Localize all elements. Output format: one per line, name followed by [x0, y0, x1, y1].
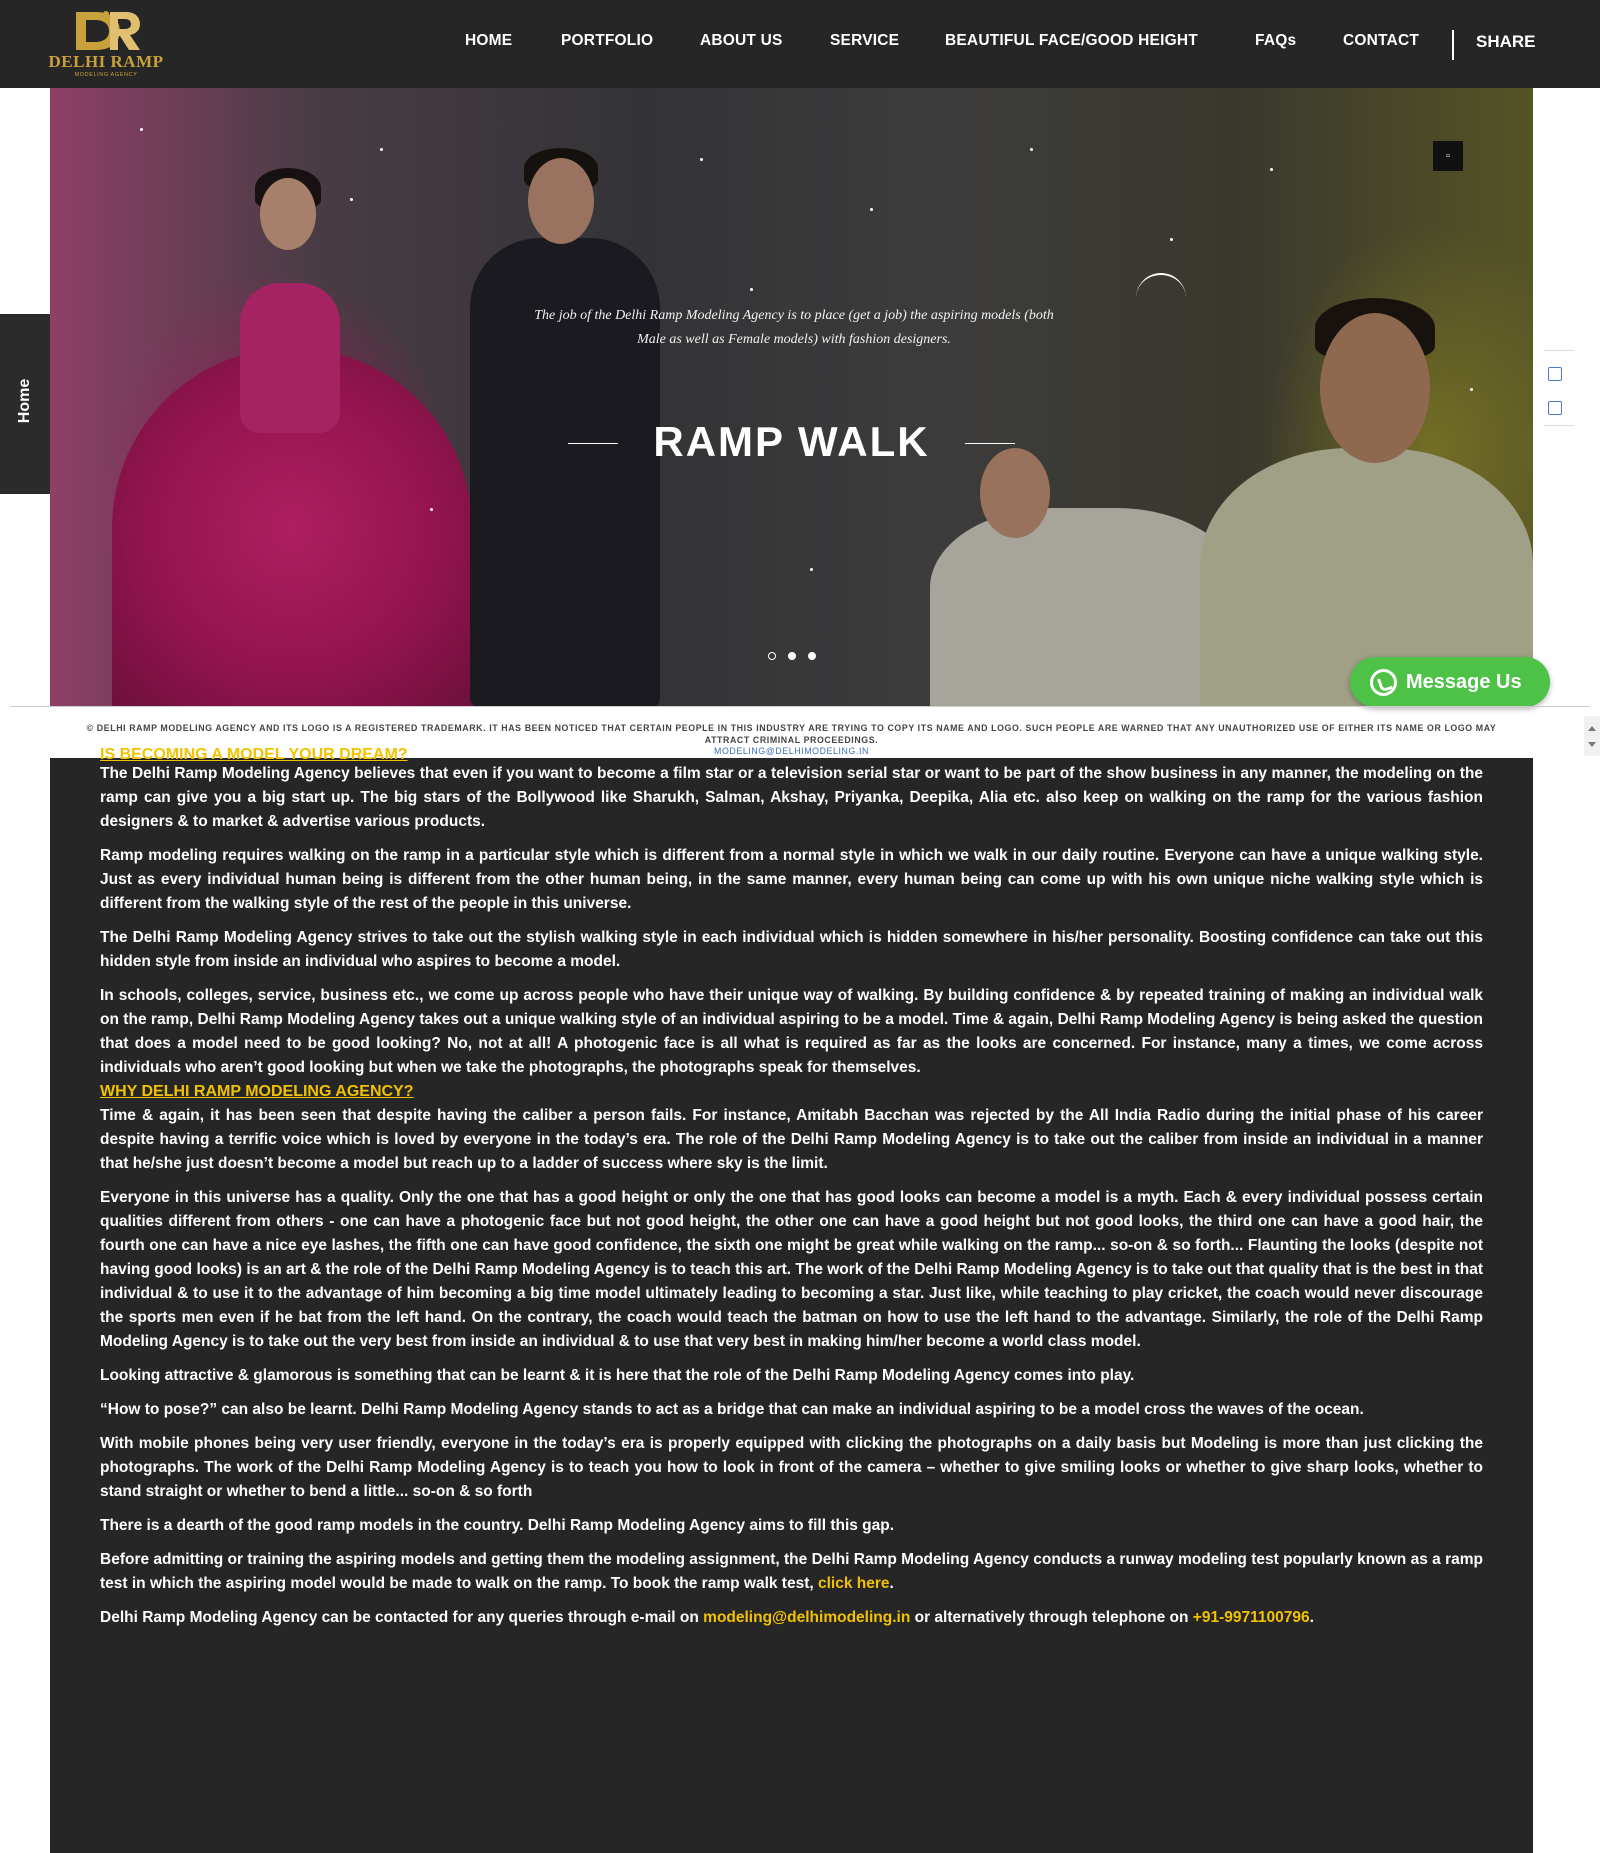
section-heading-why: WHY DELHI RAMP MODELING AGENCY? — [100, 1083, 414, 1100]
social-share-icon[interactable] — [1548, 401, 1562, 415]
social-share-icon[interactable] — [1548, 367, 1562, 381]
slider-dot-3[interactable] — [808, 652, 816, 660]
sparkle-icon — [140, 128, 143, 131]
ramp-test-paragraph: Before admitting or training the aspirin… — [100, 1548, 1483, 1596]
contact-email-link[interactable]: modeling@delhimodeling.in — [703, 1609, 910, 1626]
ramp-test-text: Before admitting or training the aspirin… — [100, 1551, 1483, 1592]
sparkle-icon — [700, 158, 703, 161]
right-divider — [1544, 425, 1574, 426]
article-paragraph: Looking attractive & glamorous is someth… — [100, 1367, 1135, 1384]
sparkle-icon — [1270, 168, 1273, 171]
slider-dot-2[interactable] — [788, 652, 796, 660]
sparkle-icon — [350, 198, 353, 201]
contact-text: Delhi Ramp Modeling Agency can be contac… — [100, 1609, 704, 1626]
book-ramp-test-link[interactable]: click here — [818, 1575, 890, 1592]
scroll-down-icon[interactable] — [1588, 742, 1596, 747]
sparkle-icon — [380, 148, 383, 151]
contact-end: . — [1309, 1609, 1314, 1626]
sparkle-icon — [870, 208, 873, 211]
article-paragraph: With mobile phones being very user frien… — [100, 1435, 1483, 1500]
section-heading-dream: IS BECOMING A MODEL YOUR DREAM? — [100, 748, 408, 762]
nav-faqs[interactable]: FAQs — [1255, 32, 1296, 50]
whatsapp-label: Message Us — [1406, 671, 1522, 693]
sparkle-icon — [1170, 238, 1173, 241]
notice-scrollbar[interactable] — [1584, 716, 1600, 756]
article-paragraph: “How to pose?” can also be learnt. Delhi… — [100, 1401, 1364, 1418]
right-divider — [1544, 350, 1574, 351]
sparkle-icon — [430, 508, 433, 511]
article-paragraph: The Delhi Ramp Modeling Agency strives t… — [100, 929, 1483, 970]
ramp-test-end: . — [889, 1575, 894, 1592]
nav-about-us[interactable]: ABOUT US — [700, 32, 783, 50]
article-body: IS BECOMING A MODEL YOUR DREAM? The Delh… — [100, 748, 1483, 1640]
nav-beautiful-face[interactable]: BEAUTIFUL FACE/GOOD HEIGHT — [945, 32, 1198, 50]
slider-dots — [50, 652, 1533, 662]
contact-paragraph: Delhi Ramp Modeling Agency can be contac… — [100, 1606, 1483, 1630]
trademark-notice-text: © DELHI RAMP MODELING AGENCY AND ITS LOG… — [86, 723, 1497, 745]
article-paragraph: Ramp modeling requires walking on the ra… — [100, 847, 1483, 912]
hero-title: RAMP WALK — [653, 418, 930, 465]
side-tab-label: Home — [16, 378, 33, 424]
sparkle-icon — [1030, 148, 1033, 151]
nav-divider — [1452, 30, 1454, 60]
hero-overlay — [50, 88, 1533, 706]
article-paragraph: Time & again, it has been seen that desp… — [100, 1107, 1483, 1172]
whatsapp-message-button[interactable]: Message Us — [1350, 657, 1550, 707]
nav-service[interactable]: SERVICE — [830, 32, 899, 50]
nav-contact[interactable]: CONTACT — [1343, 32, 1419, 50]
side-home-tab[interactable]: Home — [0, 314, 50, 494]
main-nav: HOME PORTFOLIO ABOUT US SERVICE BEAUTIFU… — [0, 0, 1600, 88]
notice-divider — [10, 706, 1590, 707]
contact-phone-link[interactable]: +91-9971100796 — [1193, 1609, 1310, 1626]
slider-control-button[interactable]: ▫ — [1433, 141, 1463, 171]
article-paragraph: In schools, colleges, service, business … — [100, 987, 1483, 1076]
sparkle-icon — [810, 568, 813, 571]
site-header: DELHI RAMP MODELING AGENCY HOME PORTFOLI… — [0, 0, 1600, 88]
loading-arc-icon — [1136, 273, 1186, 323]
nav-home[interactable]: HOME — [465, 32, 512, 50]
scroll-up-icon[interactable] — [1588, 726, 1596, 731]
nav-portfolio[interactable]: PORTFOLIO — [561, 32, 653, 50]
sparkle-icon — [750, 288, 753, 291]
whatsapp-icon — [1370, 669, 1397, 696]
article-paragraph: Everyone in this universe has a quality.… — [100, 1189, 1483, 1350]
share-button[interactable]: SHARE — [1476, 32, 1536, 52]
slider-dot-1[interactable] — [768, 652, 776, 660]
hero-quote: The job of the Delhi Ramp Modeling Agenc… — [534, 308, 1054, 347]
contact-mid-text: or alternatively through telephone on — [910, 1609, 1193, 1626]
sparkle-icon — [1470, 388, 1473, 391]
hero-slider: ▫ The job of the Delhi Ramp Modeling Age… — [50, 88, 1533, 706]
main-content: IS BECOMING A MODEL YOUR DREAM? The Delh… — [50, 748, 1533, 1853]
article-paragraph: The Delhi Ramp Modeling Agency believes … — [100, 765, 1483, 830]
article-paragraph: There is a dearth of the good ramp model… — [100, 1517, 895, 1534]
